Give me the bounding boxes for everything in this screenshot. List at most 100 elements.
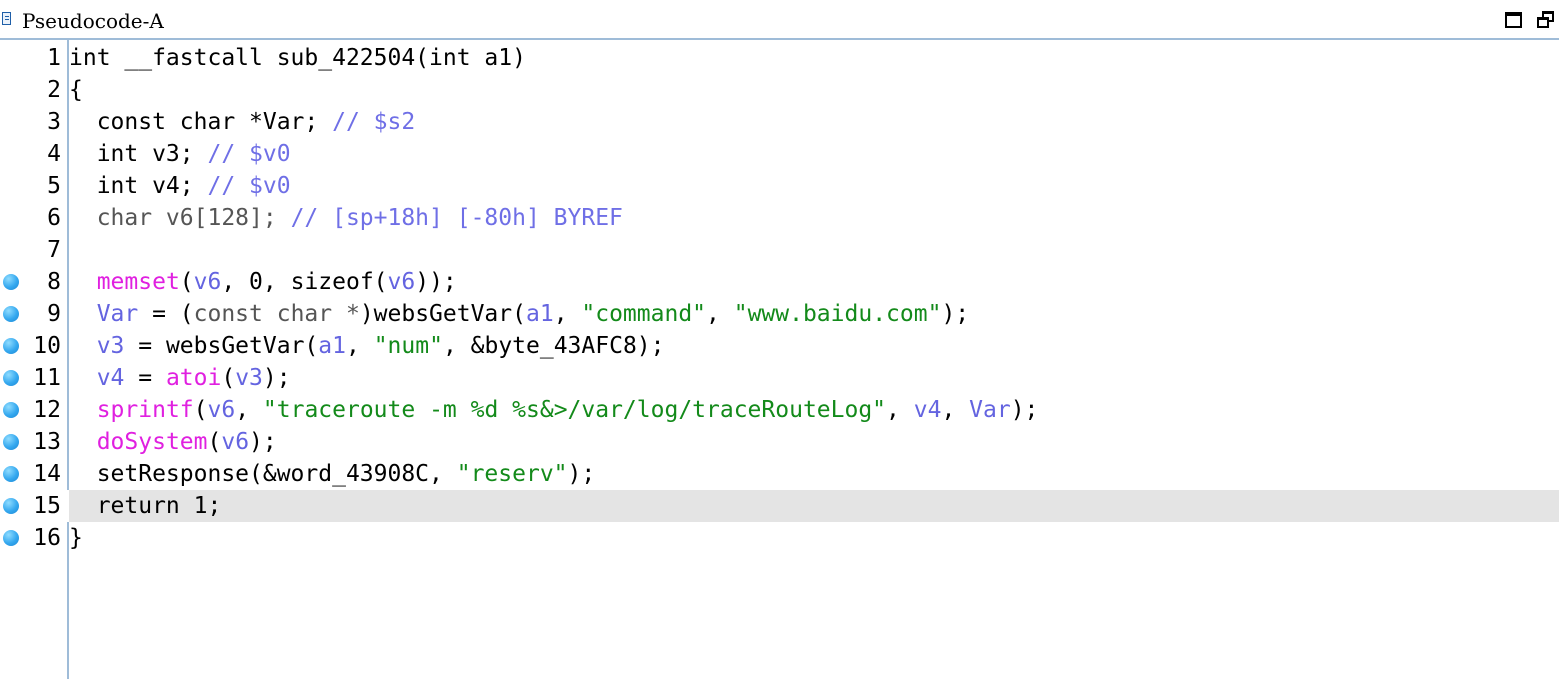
code-token: // $s2 <box>332 109 416 135</box>
code-token: "traceroute -m %d %s&>/var/log/traceRout… <box>262 397 887 423</box>
code-token: int __fastcall sub_422504( <box>69 45 430 71</box>
code-token: v4 <box>913 397 942 423</box>
code-line[interactable]: 5 int v4; // $v0 <box>0 170 1559 202</box>
code-line[interactable]: 4 int v3; // $v0 <box>0 138 1559 170</box>
code-token: , <box>553 301 582 327</box>
code-token: ); <box>941 301 970 327</box>
code-token: ( <box>207 429 222 455</box>
code-line[interactable]: 11 v4 = atoi(v3); <box>0 362 1559 394</box>
code-token: ); <box>1010 397 1039 423</box>
window-title: Pseudocode-A <box>22 9 164 33</box>
line-number: 3 <box>47 109 61 135</box>
line-number: 16 <box>33 525 61 551</box>
breakpoint-dot-icon[interactable] <box>3 402 19 418</box>
title-bar[interactable]: Pseudocode-A <box>0 0 1559 40</box>
code-token: // [sp+18h] [-80h] BYREF <box>290 205 623 231</box>
line-number: 13 <box>33 429 61 455</box>
code-token: v3 <box>235 365 263 391</box>
code-token: Var <box>969 397 1011 423</box>
code-editor[interactable]: 1 int __fastcall sub_422504(int a1) 2{3 co… <box>0 42 1559 554</box>
code-token: , <box>706 301 734 327</box>
code-text: int __fastcall sub_422504(int a1) <box>69 42 526 74</box>
code-text: } <box>69 522 83 554</box>
code-token: sprintf <box>96 397 194 423</box>
line-number: 1 <box>47 45 61 71</box>
code-text: int v4; // $v0 <box>69 170 291 202</box>
code-token: v6 <box>207 397 236 423</box>
code-token: v6 <box>193 269 222 295</box>
breakpoint-dot-icon[interactable] <box>3 274 19 290</box>
code-token: = ( <box>138 301 194 327</box>
code-token: memset <box>96 269 180 295</box>
code-text: setResponse(&word_43908C, "reserv"); <box>69 458 596 490</box>
line-number: 10 <box>33 333 61 359</box>
code-line[interactable]: 7 <box>0 234 1559 266</box>
code-token: ( <box>221 365 236 391</box>
code-token: "www.baidu.com" <box>733 301 942 327</box>
code-token: , <box>886 397 914 423</box>
code-token: int a1 <box>429 45 513 71</box>
code-text: char v6[128]; // [sp+18h] [-80h] BYREF <box>69 202 623 234</box>
code-line[interactable]: 9 Var = (const char *)websGetVar(a1, "co… <box>0 298 1559 330</box>
code-token: , <box>235 397 263 423</box>
line-number: 12 <box>33 397 61 423</box>
code-line[interactable]: 15 return 1; <box>0 490 1559 522</box>
code-token: { <box>69 77 83 103</box>
code-token: = websGetVar( <box>124 333 319 359</box>
breakpoint-dot-icon[interactable] <box>3 498 19 514</box>
breakpoint-dot-icon[interactable] <box>3 466 19 482</box>
restore-icon[interactable] <box>1537 11 1555 29</box>
code-line[interactable]: 16} <box>0 522 1559 554</box>
code-token: , <box>941 397 970 423</box>
code-token: v6 <box>221 429 250 455</box>
code-text: v3 = websGetVar(a1, "num", &byte_43AFC8)… <box>69 330 665 362</box>
code-line[interactable]: 1 int __fastcall sub_422504(int a1) <box>0 42 1559 74</box>
line-number: 14 <box>33 461 61 487</box>
pseudocode-window-icon <box>2 12 11 25</box>
code-token: , <box>345 333 374 359</box>
code-token: } <box>69 525 83 551</box>
code-token: = <box>124 365 166 391</box>
code-token: )websGetVar( <box>359 301 526 327</box>
code-token: ); <box>262 365 291 391</box>
breakpoint-dot-icon[interactable] <box>3 530 19 546</box>
code-token: atoi <box>165 365 222 391</box>
breakpoint-dot-icon[interactable] <box>3 306 19 322</box>
code-token: int v3; <box>69 141 208 167</box>
code-line[interactable]: 3 const char *Var; // $s2 <box>0 106 1559 138</box>
code-text: Var = (const char *)websGetVar(a1, "comm… <box>69 298 969 330</box>
breakpoint-dot-icon[interactable] <box>3 370 19 386</box>
restore-front-frame <box>1537 17 1549 28</box>
line-number: 11 <box>33 365 61 391</box>
code-token: , 0, sizeof( <box>221 269 388 295</box>
code-line[interactable]: 10 v3 = websGetVar(a1, "num", &byte_43AF… <box>0 330 1559 362</box>
code-token: ( <box>193 397 208 423</box>
breakpoint-dot-icon[interactable] <box>3 434 19 450</box>
code-line[interactable]: 14 setResponse(&word_43908C, "reserv"); <box>0 458 1559 490</box>
line-number: 7 <box>47 237 61 263</box>
code-token: )); <box>415 269 457 295</box>
code-token: char v6[128]; <box>69 205 291 231</box>
code-text: sprintf(v6, "traceroute -m %d %s&>/var/l… <box>69 394 1039 426</box>
maximize-icon[interactable] <box>1505 12 1522 28</box>
code-token: ); <box>249 429 277 455</box>
code-line[interactable]: 13 doSystem(v6); <box>0 426 1559 458</box>
line-number: 6 <box>47 205 61 231</box>
code-text: doSystem(v6); <box>69 426 277 458</box>
line-number: 9 <box>47 301 61 327</box>
code-line[interactable]: 12 sprintf(v6, "traceroute -m %d %s&>/va… <box>0 394 1559 426</box>
breakpoint-dot-icon[interactable] <box>3 338 19 354</box>
code-token: const char * <box>193 301 360 327</box>
code-token: ( <box>179 269 194 295</box>
code-text: return 1; <box>69 490 222 522</box>
code-token: v3 <box>96 333 125 359</box>
code-token: "command" <box>581 301 707 327</box>
code-line[interactable]: 8 memset(v6, 0, sizeof(v6)); <box>0 266 1559 298</box>
code-line[interactable]: 6 char v6[128]; // [sp+18h] [-80h] BYREF <box>0 202 1559 234</box>
code-line[interactable]: 2{ <box>0 74 1559 106</box>
code-token: return 1; <box>69 493 222 519</box>
